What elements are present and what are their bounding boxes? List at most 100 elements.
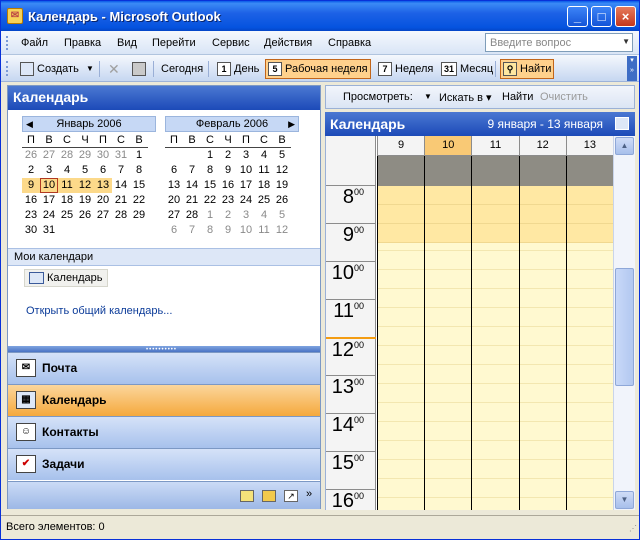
- day-cell[interactable]: 14: [112, 178, 130, 193]
- day-cell[interactable]: 6: [165, 223, 183, 238]
- day-cell[interactable]: 8: [201, 163, 219, 178]
- nav-button-tasks[interactable]: ✔ Задачи: [8, 448, 320, 480]
- menu-go[interactable]: Перейти: [152, 37, 196, 49]
- day-cell[interactable]: 8: [130, 163, 148, 178]
- day-cell[interactable]: 29: [76, 148, 94, 163]
- all-day-area[interactable]: [566, 156, 613, 186]
- day-cell[interactable]: 2: [22, 163, 40, 178]
- day-column[interactable]: [565, 156, 613, 510]
- day-cell[interactable]: 11: [255, 163, 273, 178]
- day-header[interactable]: 9: [377, 136, 425, 156]
- day-column[interactable]: [471, 156, 519, 510]
- day-cell[interactable]: 1: [201, 148, 219, 163]
- menu-help[interactable]: Справка: [328, 37, 371, 49]
- day-cell[interactable]: 26: [76, 208, 94, 223]
- search-in-dropdown[interactable]: Искать в ▾: [439, 91, 492, 104]
- nav-button-calendar[interactable]: ▦ Календарь: [8, 384, 320, 416]
- day-cell[interactable]: 18: [58, 193, 76, 208]
- day-cell[interactable]: 11: [255, 223, 273, 238]
- day-cell[interactable]: 27: [165, 208, 183, 223]
- day-cell[interactable]: 10: [237, 223, 255, 238]
- maximize-button[interactable]: □: [591, 6, 612, 27]
- day-cell[interactable]: 22: [201, 193, 219, 208]
- day-cell[interactable]: 3: [40, 163, 58, 178]
- day-cell[interactable]: 13: [165, 178, 183, 193]
- menu-file[interactable]: Файл: [21, 37, 48, 49]
- day-cell[interactable]: 27: [94, 208, 112, 223]
- week-view-button[interactable]: 7 Неделя: [375, 59, 436, 79]
- day-cell[interactable]: 23: [22, 208, 40, 223]
- day-cell[interactable]: 7: [112, 163, 130, 178]
- close-button[interactable]: ×: [615, 6, 636, 27]
- shortcuts-icon[interactable]: ↗: [284, 490, 298, 502]
- day-cell[interactable]: 6: [94, 163, 112, 178]
- day-cell[interactable]: 28: [58, 148, 76, 163]
- all-day-area[interactable]: [519, 156, 566, 186]
- day-cell[interactable]: 12: [76, 178, 94, 193]
- day-cell[interactable]: 4: [255, 208, 273, 223]
- day-cell[interactable]: 30: [22, 223, 40, 238]
- day-cell[interactable]: 21: [112, 193, 130, 208]
- day-cell[interactable]: 20: [165, 193, 183, 208]
- day-cell[interactable]: 7: [183, 163, 201, 178]
- day-cell[interactable]: 26: [273, 193, 291, 208]
- delete-icon[interactable]: ✕: [105, 59, 123, 79]
- clear-button[interactable]: Очистить: [540, 91, 588, 103]
- prev-month-icon[interactable]: ◀: [26, 117, 33, 131]
- resize-grip-icon[interactable]: ⋰: [629, 524, 637, 533]
- early-hours-area[interactable]: [425, 186, 472, 243]
- day-cell[interactable]: 9: [219, 223, 237, 238]
- day-cell[interactable]: 1: [130, 148, 148, 163]
- day-cell[interactable]: 17: [40, 193, 58, 208]
- configure-buttons-icon[interactable]: »: [306, 488, 312, 500]
- day-cell[interactable]: 6: [165, 163, 183, 178]
- day-cell[interactable]: 28: [183, 208, 201, 223]
- day-cell[interactable]: 17: [237, 178, 255, 193]
- day-header[interactable]: 10: [424, 136, 472, 156]
- day-cell[interactable]: 15: [130, 178, 148, 193]
- day-cell[interactable]: 26: [22, 148, 40, 163]
- calendar-grid-icon[interactable]: [615, 117, 629, 130]
- minimize-button[interactable]: _: [567, 6, 588, 27]
- day-cell[interactable]: 2: [219, 148, 237, 163]
- day-column[interactable]: [424, 156, 472, 510]
- early-hours-area[interactable]: [519, 186, 566, 243]
- day-cell[interactable]: 15: [201, 178, 219, 193]
- today-button[interactable]: Сегодня: [158, 59, 206, 79]
- title-bar[interactable]: ✉ Календарь - Microsoft Outlook _ □ ×: [1, 1, 639, 31]
- notes-icon[interactable]: [240, 490, 254, 502]
- calendar-list-item[interactable]: Календарь: [24, 269, 108, 287]
- day-view-button[interactable]: 1 День: [214, 59, 262, 79]
- day-cell[interactable]: 13: [94, 178, 112, 193]
- day-header[interactable]: 11: [471, 136, 519, 156]
- day-cell[interactable]: 28: [112, 208, 130, 223]
- day-cell[interactable]: 19: [273, 178, 291, 193]
- outlook-app-icon[interactable]: ✉: [7, 8, 23, 24]
- day-cell[interactable]: 20: [94, 193, 112, 208]
- day-cell[interactable]: 25: [58, 208, 76, 223]
- menu-tools[interactable]: Сервис: [212, 37, 250, 49]
- day-cell[interactable]: 31: [40, 223, 58, 238]
- day-cell[interactable]: 1: [201, 208, 219, 223]
- toolbar-options-icon[interactable]: ▾»: [627, 56, 637, 81]
- my-calendars-header[interactable]: Мои календари: [8, 248, 320, 266]
- chevron-down-icon[interactable]: ▼: [622, 37, 630, 46]
- menubar-grip[interactable]: [6, 36, 9, 50]
- day-cell[interactable]: 29: [130, 208, 148, 223]
- day-cell[interactable]: 5: [273, 148, 291, 163]
- all-day-area[interactable]: [472, 156, 519, 186]
- day-cell[interactable]: 4: [58, 163, 76, 178]
- nav-button-contacts[interactable]: ☺ Контакты: [8, 416, 320, 448]
- day-cell[interactable]: 22: [130, 193, 148, 208]
- day-cell[interactable]: 18: [255, 178, 273, 193]
- new-dropdown[interactable]: ▼: [83, 59, 97, 79]
- day-cell[interactable]: 3: [237, 208, 255, 223]
- day-cell[interactable]: 8: [201, 223, 219, 238]
- day-cell[interactable]: 21: [183, 193, 201, 208]
- day-cell[interactable]: 16: [22, 193, 40, 208]
- scroll-up-icon[interactable]: ▲: [615, 137, 634, 155]
- all-day-area[interactable]: [425, 156, 472, 186]
- day-cell[interactable]: 3: [237, 148, 255, 163]
- look-in-dropdown[interactable]: ▼: [424, 92, 432, 101]
- month-view-button[interactable]: 31 Месяц: [438, 59, 496, 79]
